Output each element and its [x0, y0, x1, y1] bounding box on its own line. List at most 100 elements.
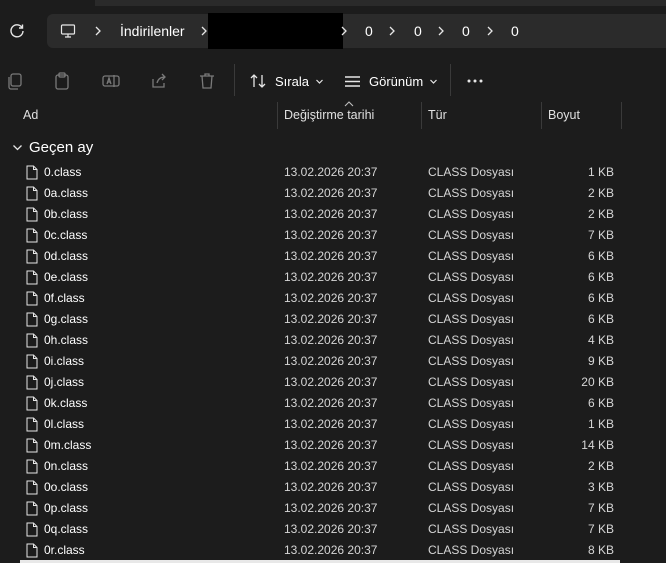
- file-row[interactable]: 0b.class 13.02.2026 20:37 CLASS Dosyası 2 K…: [0, 204, 666, 225]
- chevron-right-icon[interactable]: [483, 24, 497, 38]
- file-modified: 13.02.2026 20:37: [284, 522, 378, 536]
- rename-icon[interactable]: [101, 71, 121, 91]
- file-name: 0f.class: [44, 291, 85, 305]
- file-modified: 13.02.2026 20:37: [284, 270, 378, 284]
- chevron-down-icon[interactable]: [12, 142, 23, 153]
- file-modified: 13.02.2026 20:37: [284, 417, 378, 431]
- chevron-right-icon[interactable]: [434, 24, 448, 38]
- column-header-type[interactable]: Tür: [428, 102, 447, 129]
- file-icon: [26, 228, 38, 243]
- file-icon: [26, 186, 38, 201]
- chevron-right-icon[interactable]: [91, 24, 105, 38]
- file-row[interactable]: 0l.class 13.02.2026 20:37 CLASS Dosyası 1 K…: [0, 414, 666, 435]
- file-row[interactable]: 0h.class 13.02.2026 20:37 CLASS Dosyası 4 K…: [0, 330, 666, 351]
- file-row[interactable]: 0g.class 13.02.2026 20:37 CLASS Dosyası 6 K…: [0, 309, 666, 330]
- refresh-icon[interactable]: [8, 22, 26, 40]
- file-row[interactable]: 0f.class 13.02.2026 20:37 CLASS Dosyası 6 K…: [0, 288, 666, 309]
- file-row[interactable]: 0k.class 13.02.2026 20:37 CLASS Dosyası 6 K…: [0, 393, 666, 414]
- file-row[interactable]: 0e.class 13.02.2026 20:37 CLASS Dosyası 6 K…: [0, 267, 666, 288]
- file-row[interactable]: 0r.class 13.02.2026 20:37 CLASS Dosyası 8 K…: [0, 540, 666, 561]
- group-header[interactable]: Geçen ay: [0, 136, 666, 158]
- column-header-modified[interactable]: Değiştirme tarihi: [284, 102, 374, 129]
- file-name: 0h.class: [44, 333, 89, 347]
- file-size: 2 KB: [587, 207, 614, 221]
- file-icon: [26, 396, 38, 411]
- file-type: CLASS Dosyası: [428, 312, 515, 326]
- file-name: 0d.class: [44, 249, 89, 263]
- file-row[interactable]: 0j.class 13.02.2026 20:37 CLASS Dosyası 20 …: [0, 372, 666, 393]
- file-row[interactable]: 0c.class 13.02.2026 20:37 CLASS Dosyası 7 K…: [0, 225, 666, 246]
- more-options-icon[interactable]: [465, 71, 485, 91]
- file-type: CLASS Dosyası: [428, 333, 515, 347]
- chevron-right-icon[interactable]: [337, 24, 351, 38]
- file-name: 0m.class: [44, 438, 92, 452]
- breadcrumb-folder[interactable]: 0: [365, 14, 373, 48]
- file-icon: [26, 312, 38, 327]
- share-icon[interactable]: [149, 71, 169, 91]
- file-icon: [26, 480, 38, 495]
- file-modified: 13.02.2026 20:37: [284, 249, 378, 263]
- sort-dropdown[interactable]: Sırala: [249, 62, 324, 100]
- file-row[interactable]: 0o.class 13.02.2026 20:37 CLASS Dosyası 3 K…: [0, 477, 666, 498]
- file-row[interactable]: 0m.class 13.02.2026 20:37 CLASS Dosyası 14 …: [0, 435, 666, 456]
- file-modified: 13.02.2026 20:37: [284, 543, 378, 557]
- file-size: 3 KB: [587, 480, 614, 494]
- file-icon: [26, 417, 38, 432]
- file-icon: [26, 207, 38, 222]
- column-divider[interactable]: [277, 102, 278, 129]
- view-dropdown[interactable]: Görünüm: [344, 62, 438, 100]
- file-modified: 13.02.2026 20:37: [284, 207, 378, 221]
- file-type: CLASS Dosyası: [428, 270, 515, 284]
- file-name: 0r.class: [44, 543, 85, 557]
- chevron-right-icon[interactable]: [385, 24, 399, 38]
- column-divider[interactable]: [421, 102, 422, 129]
- column-header-size[interactable]: Boyut: [548, 102, 580, 129]
- chevron-down-icon: [316, 79, 323, 84]
- file-row[interactable]: 0i.class 13.02.2026 20:37 CLASS Dosyası 9 K…: [0, 351, 666, 372]
- delete-icon[interactable]: [197, 71, 217, 91]
- file-name: 0c.class: [44, 228, 88, 242]
- file-name: 0l.class: [44, 417, 85, 431]
- breadcrumb-folder[interactable]: 0: [414, 14, 422, 48]
- breadcrumb-folder[interactable]: 0: [511, 14, 519, 48]
- file-name: 0n.class: [44, 459, 89, 473]
- file-size: 6 KB: [587, 396, 614, 410]
- file-type: CLASS Dosyası: [428, 186, 515, 200]
- file-name: 0g.class: [44, 312, 89, 326]
- file-size: 7 KB: [587, 501, 614, 515]
- sort-label: Sırala: [275, 73, 309, 89]
- file-icon: [26, 333, 38, 348]
- file-size: 6 KB: [587, 249, 614, 263]
- breadcrumb-downloads[interactable]: İndirilenler: [120, 14, 185, 48]
- file-type: CLASS Dosyası: [428, 354, 515, 368]
- file-modified: 13.02.2026 20:37: [284, 438, 378, 452]
- copy-icon[interactable]: [5, 71, 25, 91]
- column-divider[interactable]: [541, 102, 542, 129]
- file-name: 0q.class: [44, 522, 89, 536]
- file-name: 0o.class: [44, 480, 89, 494]
- file-row[interactable]: 0d.class 13.02.2026 20:37 CLASS Dosyası 6 K…: [0, 246, 666, 267]
- paste-icon[interactable]: [52, 71, 72, 91]
- file-row[interactable]: 0a.class 13.02.2026 20:37 CLASS Dosyası 2 K…: [0, 183, 666, 204]
- file-modified: 13.02.2026 20:37: [284, 312, 378, 326]
- file-size: 1 KB: [587, 165, 614, 179]
- file-size: 4 KB: [587, 333, 614, 347]
- file-row[interactable]: 0.class 13.02.2026 20:37 CLASS Dosyası 1 KB: [0, 162, 666, 183]
- address-bar[interactable]: İndirilenler 0 0 0 0: [47, 13, 666, 49]
- file-icon: [26, 438, 38, 453]
- column-divider[interactable]: [621, 102, 622, 129]
- file-icon: [26, 522, 38, 537]
- file-type: CLASS Dosyası: [428, 207, 515, 221]
- file-name: 0j.class: [44, 375, 85, 389]
- file-type: CLASS Dosyası: [428, 249, 515, 263]
- this-pc-icon[interactable]: [60, 23, 76, 39]
- breadcrumb-folder[interactable]: 0: [462, 14, 470, 48]
- file-row[interactable]: 0q.class 13.02.2026 20:37 CLASS Dosyası 7 K…: [0, 519, 666, 540]
- file-type: CLASS Dosyası: [428, 375, 515, 389]
- window-top-strip: [95, 0, 666, 6]
- file-row[interactable]: 0n.class 13.02.2026 20:37 CLASS Dosyası 2 K…: [0, 456, 666, 477]
- file-row[interactable]: 0p.class 13.02.2026 20:37 CLASS Dosyası 7 K…: [0, 498, 666, 519]
- column-header-name[interactable]: Ad: [23, 102, 38, 129]
- file-modified: 13.02.2026 20:37: [284, 291, 378, 305]
- file-type: CLASS Dosyası: [428, 417, 515, 431]
